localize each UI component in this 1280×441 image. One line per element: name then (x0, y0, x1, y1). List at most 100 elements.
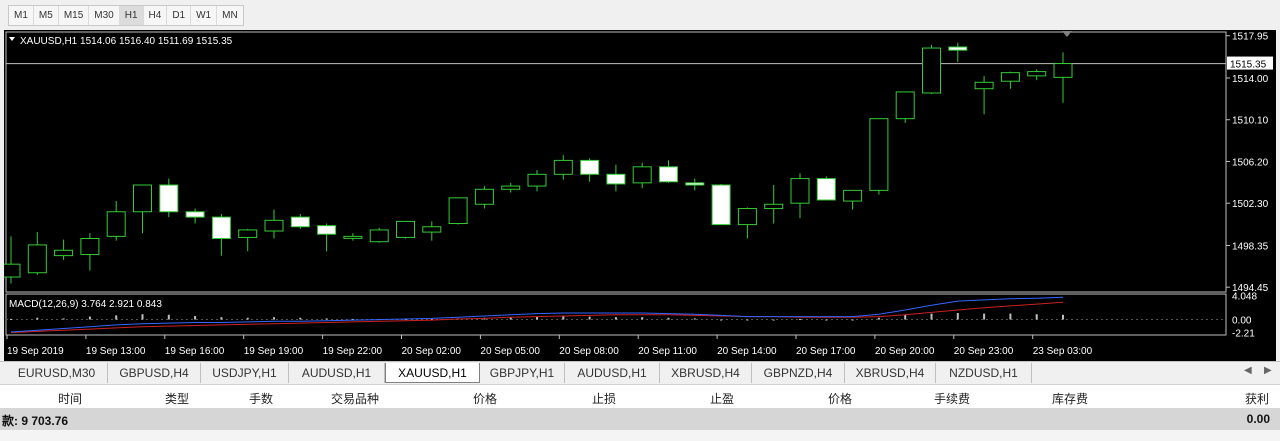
bear-candle-body (816, 178, 836, 201)
symbol-tab[interactable]: XBRUSD,H4 (845, 363, 936, 383)
macd-histogram-bar (614, 317, 617, 320)
bull-candle-body (133, 184, 152, 213)
bear-candle-body (711, 184, 731, 226)
column-header-swap[interactable]: 库存费 (1052, 390, 1088, 407)
macd-histogram-bar (1035, 314, 1038, 320)
bull-candle-body (895, 91, 915, 120)
macd-indicator: MACD(12,26,9) 3.764 2.921 0.843 (6, 296, 1226, 334)
macd-histogram-bar (720, 319, 723, 321)
macd-tick-label: 0.00 (1232, 316, 1252, 327)
macd-label: MACD(12,26,9) 3.764 2.921 0.843 (9, 299, 162, 310)
candle (685, 178, 705, 191)
column-header-time[interactable]: 时间 (58, 390, 82, 407)
timeframe-m1-button[interactable]: M1 (9, 6, 34, 25)
column-header-stop-loss[interactable]: 止损 (592, 390, 616, 407)
macd-histogram-bar (299, 317, 302, 320)
scroll-left-icon[interactable]: ◀ (1244, 365, 1252, 376)
current-price-label: 1515.35 (1230, 60, 1267, 71)
column-header-lots[interactable]: 手数 (249, 390, 273, 407)
chart-window[interactable]: XAUUSD,H1 1514.06 1516.40 1511.69 1515.3… (4, 30, 1276, 361)
timeframe-w1-button[interactable]: W1 (191, 6, 218, 25)
macd-histogram-bar (62, 318, 65, 320)
timeframe-h4-button[interactable]: H4 (144, 6, 168, 25)
candle (133, 184, 152, 234)
terminal-footer (0, 430, 1280, 441)
symbol-tab[interactable]: NZDUSD,H1 (936, 363, 1032, 383)
macd-histogram-bar (88, 316, 91, 320)
bull-candle-body (396, 220, 415, 238)
macd-histogram-bar (246, 317, 249, 320)
macd-histogram-bar (746, 319, 749, 321)
scroll-right-icon[interactable]: ▶ (1264, 365, 1272, 376)
bull-candle-body (474, 188, 494, 205)
timeframe-mn-button[interactable]: MN (217, 6, 243, 25)
candle (185, 208, 205, 224)
symbol-tab[interactable]: EURUSD,M30 (6, 363, 108, 383)
symbol-tab[interactable]: XBRUSD,H4 (660, 363, 752, 383)
macd-histogram-bar (693, 318, 696, 320)
timeframe-m15-button[interactable]: M15 (59, 6, 90, 25)
time-tick-label: 20 Sep 23:00 (954, 346, 1014, 357)
candle (580, 158, 600, 182)
bull-candle-body (238, 229, 258, 238)
macd-tick-label: -2.21 (1232, 329, 1255, 340)
timeframe-m30-button[interactable]: M30 (89, 6, 120, 25)
time-tick-label: 20 Sep 05:00 (480, 346, 540, 357)
candle (922, 44, 941, 95)
column-header-take-profit[interactable]: 止盈 (710, 390, 734, 407)
time-tick-label: 19 Sep 13:00 (86, 346, 146, 357)
price-tick-label: 1506.20 (1232, 157, 1269, 168)
profit-total: 0.00 (1246, 412, 1270, 426)
candle (211, 213, 231, 256)
macd-histogram-bar (851, 319, 854, 321)
macd-histogram-bar (904, 314, 907, 320)
bull-candle-body (27, 244, 47, 274)
timeframe-m5-button[interactable]: M5 (34, 6, 59, 25)
symbol-tab[interactable]: AUDUSD,H1 (289, 363, 385, 383)
column-header-price[interactable]: 价格 (828, 390, 852, 407)
symbol-tab[interactable]: AUDUSD,H1 (565, 363, 660, 383)
candlestick-series (4, 42, 1226, 284)
macd-histogram-bar (983, 313, 986, 320)
candle (764, 185, 784, 224)
candle (1000, 71, 1020, 89)
macd-histogram-bar (115, 315, 118, 320)
bear-candle-body (159, 184, 179, 213)
price-chart[interactable]: XAUUSD,H1 1514.06 1516.40 1511.69 1515.3… (4, 30, 1276, 361)
time-tick-label: 20 Sep 17:00 (796, 346, 856, 357)
time-tick-label: 23 Sep 03:00 (1033, 346, 1093, 357)
candle (974, 75, 994, 115)
time-tick-label: 20 Sep 11:00 (638, 346, 697, 357)
candle (238, 228, 258, 252)
macd-histogram-bar (273, 317, 275, 320)
bear-candle-body (659, 166, 678, 183)
candle (869, 118, 889, 195)
candle (606, 164, 626, 192)
column-header-open-price[interactable]: 价格 (473, 390, 497, 407)
symbol-tab[interactable]: USDJPY,H1 (201, 363, 289, 383)
time-tick-label: 19 Sep 16:00 (165, 346, 225, 357)
symbol-tab[interactable]: GBPJPY,H1 (480, 363, 565, 383)
symbol-tab[interactable]: GBPUSD,H4 (108, 363, 201, 383)
column-header-type[interactable]: 类型 (165, 390, 189, 407)
balance-row[interactable]: 款: 9 703.76 0.00 (0, 408, 1280, 430)
bull-candle-body (106, 211, 126, 237)
chart-header-arrow-icon (9, 37, 15, 41)
macd-histogram-bar (194, 315, 197, 320)
bull-candle-body (922, 47, 941, 94)
bear-candle-body (185, 211, 205, 218)
chart-header-label: XAUUSD,H1 1514.06 1516.40 1511.69 1515.3… (20, 36, 233, 47)
timeframe-h1-button[interactable]: H1 (119, 6, 144, 25)
bull-candle-body (80, 238, 100, 256)
symbol-tab[interactable]: GBPNZD,H4 (752, 363, 845, 383)
macd-histogram-bar (956, 313, 959, 320)
column-header-symbol[interactable]: 交易品种 (331, 390, 379, 407)
price-tick-label: 1510.10 (1232, 116, 1269, 127)
bull-candle-body (501, 185, 521, 190)
timeframe-d1-button[interactable]: D1 (167, 6, 192, 25)
bear-candle-body (211, 216, 231, 240)
candle (159, 178, 179, 218)
symbol-tab-active[interactable]: XAUUSD,H1 (385, 363, 480, 383)
column-header-profit[interactable]: 获利 (1245, 390, 1269, 407)
column-header-commission[interactable]: 手续费 (934, 390, 970, 407)
